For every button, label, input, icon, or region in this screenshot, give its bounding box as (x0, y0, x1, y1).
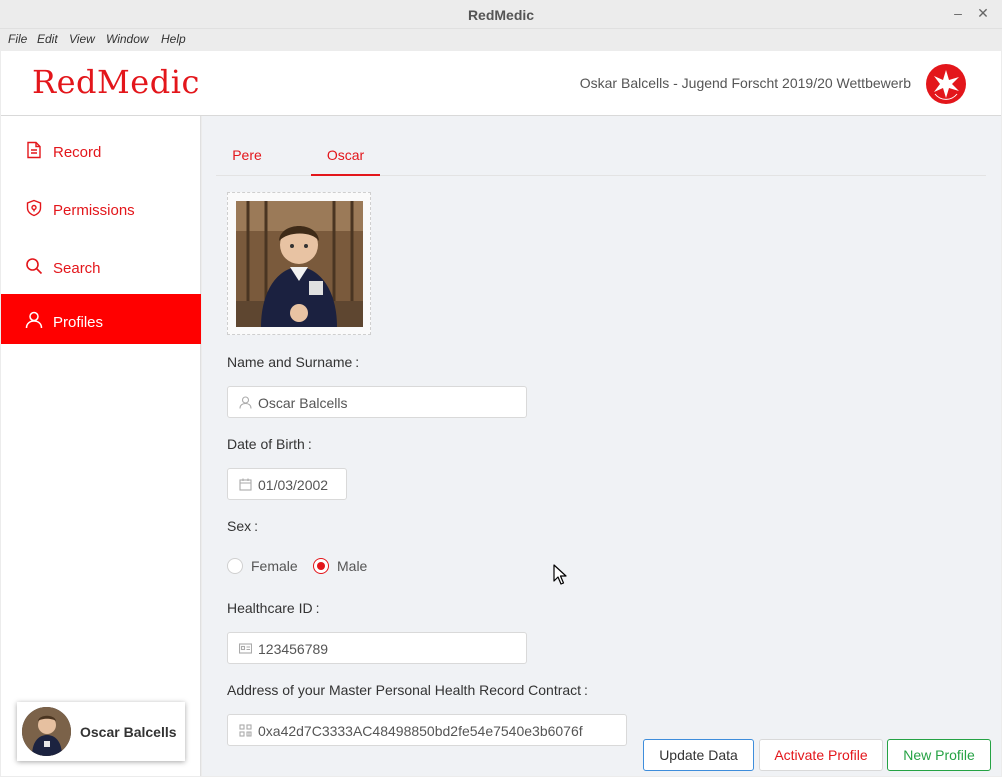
dob-value: 01/03/2002 (258, 477, 329, 493)
user-icon (239, 396, 252, 409)
sidebar-item-record[interactable]: Record (1, 124, 201, 174)
tab-oscar[interactable]: Oscar (311, 136, 380, 176)
update-data-button[interactable]: Update Data (643, 739, 754, 771)
app-header: RedMedic Oskar Balcells - Jugend Forscht… (1, 51, 1001, 116)
sidebar-item-search[interactable]: Search (1, 240, 201, 290)
header-subtitle: Oskar Balcells - Jugend Forscht 2019/20 … (579, 75, 911, 91)
close-button[interactable]: ✕ (975, 5, 991, 22)
id-card-icon (238, 642, 253, 655)
sidebar-item-permissions[interactable]: Permissions (1, 182, 201, 232)
sidebar-item-label: Permissions (53, 202, 135, 219)
healthcare-id-value: 123456789 (258, 641, 329, 657)
sidebar-item-profiles[interactable]: Profiles (1, 294, 201, 344)
radio-circle (227, 558, 243, 574)
window-title: RedMedic (467, 7, 535, 23)
app-logo: RedMedic (32, 63, 200, 101)
sex-radio-female[interactable]: Female (227, 558, 302, 578)
main-content: Pere Oscar Name and Surname: Oscar Balc… (202, 116, 1001, 776)
sidebar-item-label: Record (53, 144, 102, 161)
contract-address-value: 0xa42d7C3333AC48498850bd2fe54e7540e3b607… (258, 723, 583, 739)
menu-bar: File Edit View Window Help (0, 29, 1002, 51)
name-input[interactable]: Oscar Balcells (227, 386, 527, 418)
radio-label-male: Male (337, 558, 368, 574)
shield-icon (25, 199, 43, 217)
sidebar: Record Permissions Search Profiles Oscar… (1, 116, 201, 776)
radio-circle (313, 558, 329, 574)
profile-photo (236, 201, 363, 327)
healthcare-id-input[interactable]: 123456789 (227, 632, 527, 664)
new-profile-button[interactable]: New Profile (887, 739, 991, 771)
document-icon (25, 141, 43, 159)
qrcode-icon (239, 724, 252, 737)
profile-tabs: Pere Oscar (216, 136, 986, 176)
avatar (22, 707, 71, 756)
sex-label: Sex: (227, 518, 259, 534)
menu-file[interactable]: File (8, 32, 27, 46)
sidebar-item-label: Search (53, 260, 101, 277)
calendar-icon (239, 478, 252, 491)
current-user-name: Oscar Balcells (80, 724, 177, 740)
dob-label: Date of Birth: (227, 436, 312, 452)
menu-help[interactable]: Help (161, 32, 186, 46)
current-user-card[interactable]: Oscar Balcells (17, 702, 185, 761)
mouse-cursor-icon (553, 564, 567, 586)
menu-window[interactable]: Window (106, 32, 149, 46)
activate-profile-button[interactable]: Activate Profile (759, 739, 883, 771)
search-icon (25, 257, 43, 275)
name-value: Oscar Balcells (258, 395, 348, 411)
sex-radio-male[interactable]: Male (313, 558, 373, 578)
radio-label-female: Female (251, 558, 298, 574)
sidebar-item-label: Profiles (53, 314, 104, 331)
minimize-button[interactable]: – (950, 5, 966, 21)
name-label: Name and Surname: (227, 354, 360, 370)
menu-edit[interactable]: Edit (37, 32, 58, 46)
contract-address-input[interactable]: 0xa42d7C3333AC48498850bd2fe54e7540e3b607… (227, 714, 627, 746)
menu-view[interactable]: View (69, 32, 95, 46)
jugend-forscht-logo-icon (926, 64, 966, 104)
dob-input[interactable]: 01/03/2002 (227, 468, 347, 500)
healthcare-id-label: Healthcare ID: (227, 600, 320, 616)
profile-photo-upload[interactable] (227, 192, 371, 335)
tab-pere[interactable]: Pere (216, 136, 278, 176)
title-bar: RedMedic – ✕ (0, 0, 1002, 29)
user-icon (25, 311, 43, 329)
contract-address-label: Address of your Master Personal Health R… (227, 682, 588, 698)
